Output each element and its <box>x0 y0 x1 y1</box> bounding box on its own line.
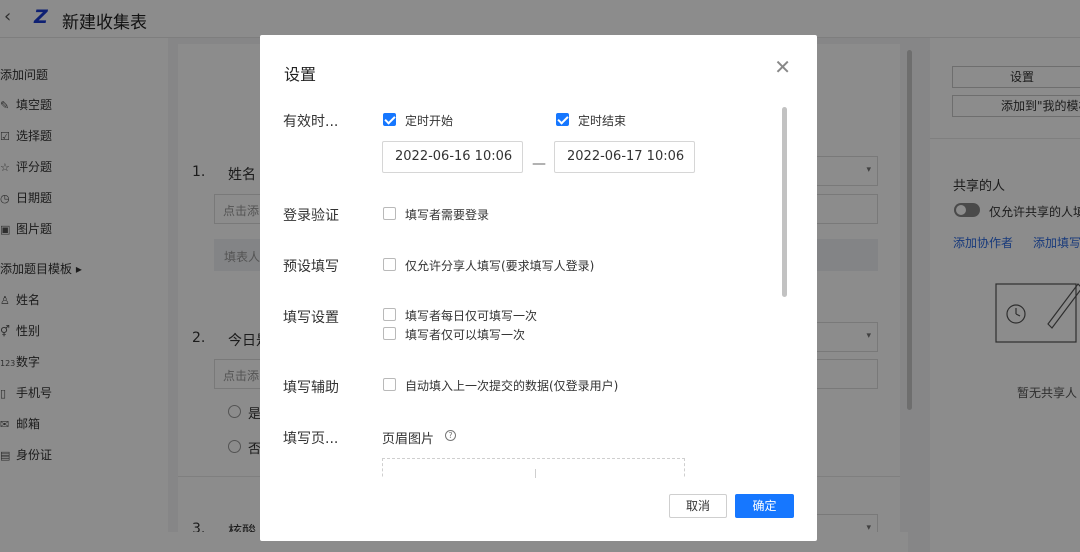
once-only-label[interactable]: 填写者仅可以填写一次 <box>405 326 525 343</box>
end-datetime-input[interactable]: 2022-06-17 10:06 <box>554 141 695 173</box>
once-daily-label[interactable]: 填写者每日仅可填写一次 <box>405 307 537 324</box>
share-only-checkbox[interactable] <box>383 258 396 271</box>
divider <box>535 469 536 478</box>
once-daily-checkbox[interactable] <box>383 308 396 321</box>
confirm-button[interactable]: 确定 <box>735 494 794 518</box>
once-only-checkbox[interactable] <box>383 327 396 340</box>
date-range-separator: — <box>532 156 546 172</box>
timed-start-label[interactable]: 定时开始 <box>405 112 453 129</box>
require-login-checkbox[interactable] <box>383 207 396 220</box>
dialog-body: 有效时... 定时开始 定时结束 2022-06-16 10:06 — 2022… <box>260 95 817 478</box>
cancel-button[interactable]: 取消 <box>669 494 727 518</box>
row-label-assist: 填写辅助 <box>283 380 339 396</box>
share-only-label[interactable]: 仅允许分享人填写(要求填写人登录) <box>405 257 594 274</box>
timed-start-checkbox[interactable] <box>383 113 396 126</box>
dialog-scrollbar[interactable] <box>782 107 787 297</box>
start-datetime-input[interactable]: 2022-06-16 10:06 <box>382 141 523 173</box>
row-label-fill-settings: 填写设置 <box>283 310 339 326</box>
timed-end-checkbox[interactable] <box>556 113 569 126</box>
dialog-title: 设置 <box>284 65 317 84</box>
close-icon[interactable]: ✕ <box>774 57 791 77</box>
autofill-checkbox[interactable] <box>383 378 396 391</box>
row-label-login: 登录验证 <box>283 208 339 224</box>
row-label-preset: 预设填写 <box>283 259 339 275</box>
row-label-page: 填写页... <box>283 431 339 447</box>
header-image-upload[interactable] <box>382 458 685 478</box>
settings-dialog: 设置 ✕ 有效时... 定时开始 定时结束 2022-06-16 10:06 —… <box>260 35 817 541</box>
autofill-label[interactable]: 自动填入上一次提交的数据(仅登录用户) <box>405 377 618 394</box>
help-circle-icon[interactable]: ? <box>445 430 456 441</box>
require-login-label[interactable]: 填写者需要登录 <box>405 206 489 223</box>
row-label-valid-time: 有效时... <box>283 114 339 130</box>
header-image-label: 页眉图片 <box>382 432 435 447</box>
timed-end-label[interactable]: 定时结束 <box>578 112 626 129</box>
